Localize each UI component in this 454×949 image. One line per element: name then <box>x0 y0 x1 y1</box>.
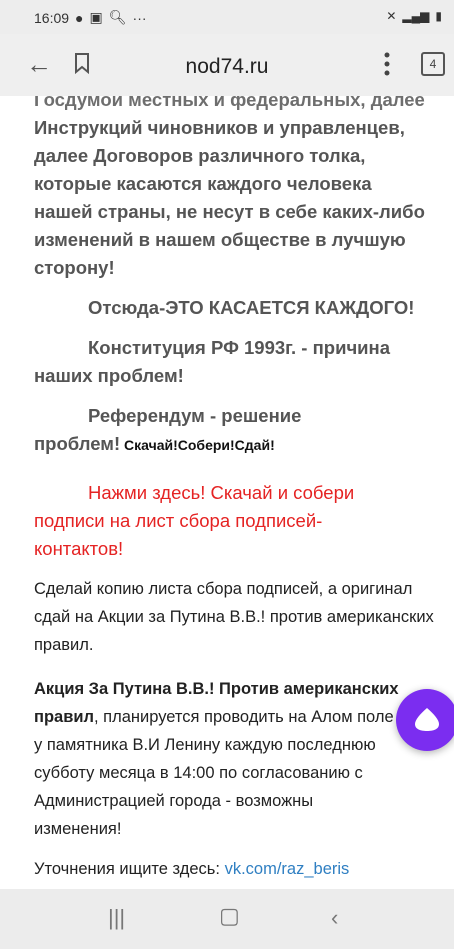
paragraph-4-text: проблем! <box>34 433 121 454</box>
partial-line: Госдумой местных и федеральных, далее <box>34 96 425 110</box>
red-link-line2[interactable]: подписи на лист сбора подписей- <box>0 507 454 535</box>
clarify-label: Уточнения ищите здесь: <box>34 860 225 878</box>
paragraph-2: Отсюда-ЭТО КАСАЕТСЯ КАЖДОГО! <box>88 297 415 318</box>
paragraph-4: Референдум - решение проблем! Скачай!Соб… <box>0 402 454 459</box>
red-link-line1[interactable]: Нажми здесь! Скачай и собери <box>0 479 454 507</box>
red-link-line3[interactable]: контактов! <box>0 535 454 563</box>
battery-icon: ▮ <box>435 9 442 23</box>
browser-toolbar: ← nod74.ru 4 <box>0 34 454 96</box>
assistant-icon <box>415 708 439 731</box>
paragraph-3-line2: наших проблем! <box>34 365 184 386</box>
paragraph-3-line1: Конституция РФ 1993г. - причина <box>88 337 391 358</box>
red-link-block[interactable]: Нажми здесь! Скачай и собери подписи на … <box>0 479 454 563</box>
status-bar: 16:09 ● ▣ 🔍︎ ··· ✕ ▂▄▆ ▮ <box>0 0 454 34</box>
paragraph-4-line2: проблем! Скачай!Собери!Сдай! <box>0 430 454 459</box>
paragraph-1: Инструкций чиновников и управленцев, дал… <box>34 117 425 278</box>
action-bold-2: правил <box>34 708 94 726</box>
system-nav-bar: ||| ▢ ‹ <box>0 889 454 949</box>
copy-paragraph: Сделай копию листа сбора подписей, а ори… <box>34 580 434 654</box>
voice-assistant-button[interactable] <box>396 689 454 751</box>
clarify-paragraph: Уточнения ищите здесь: vk.com/raz_beris <box>0 855 454 883</box>
paragraph-3: Конституция РФ 1993г. - причина наших пр… <box>0 334 454 390</box>
menu-kebab-icon[interactable] <box>382 50 392 78</box>
clarify-link[interactable]: vk.com/raz_beris <box>225 860 350 878</box>
signal-icon: ▂▄▆ <box>402 9 430 23</box>
paragraph-4-line1: Референдум - решение <box>88 405 302 426</box>
message-icon: ● <box>75 9 84 26</box>
recent-apps-icon[interactable]: ||| <box>108 905 125 931</box>
article-content: Госдумой местных и федеральных, далее Ин… <box>0 96 454 889</box>
search-icon: 🔍︎ <box>108 9 127 25</box>
status-time: 16:09 <box>34 9 70 26</box>
mute-icon: ✕ <box>386 9 397 23</box>
action-bold-1: Акция За Путина В.В.! Против американски… <box>34 680 399 698</box>
home-icon[interactable]: ▢ <box>219 903 240 929</box>
action-rest: , планируется проводить на Алом поле у п… <box>34 708 394 838</box>
back-icon[interactable]: ‹ <box>331 905 338 931</box>
status-more: ··· <box>132 9 147 26</box>
action-paragraph: Акция За Путина В.В.! Против американски… <box>0 675 454 843</box>
tab-count-button[interactable]: 4 <box>421 52 445 76</box>
paragraph-4-tail: Скачай!Собери!Сдай! <box>120 437 275 453</box>
gallery-icon: ▣ <box>89 9 103 25</box>
